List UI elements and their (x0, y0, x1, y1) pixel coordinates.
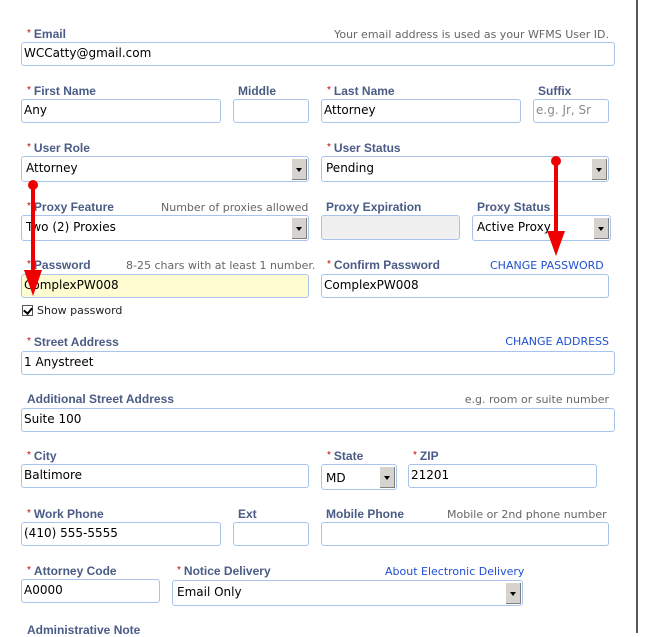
additional-address-input[interactable]: Suite 100 (21, 408, 615, 432)
proxy-feature-label: * Proxy Feature (27, 200, 114, 214)
proxy-status-label: Proxy Status (477, 200, 551, 214)
middle-input[interactable] (233, 99, 309, 123)
last-name-label: * Last Name (327, 84, 395, 98)
notice-delivery-label: * Notice Delivery (177, 564, 271, 578)
user-status-value: Pending (326, 161, 374, 175)
administrative-note-label: Administrative Note (27, 623, 141, 637)
chevron-down-icon[interactable] (379, 466, 395, 488)
city-label: * City (27, 449, 57, 463)
additional-address-label: Additional Street Address (27, 392, 174, 406)
chevron-down-icon[interactable] (291, 158, 307, 180)
last-name-input[interactable]: Attorney (321, 99, 521, 123)
required-marker: * (177, 565, 181, 576)
required-marker: * (327, 85, 331, 96)
password-hint: 8-25 chars with at least 1 number. (126, 259, 316, 272)
required-marker: * (27, 85, 31, 96)
middle-label: Middle (238, 84, 276, 98)
change-address-link[interactable]: CHANGE ADDRESS (505, 335, 609, 348)
zip-label-text: ZIP (419, 449, 439, 463)
additional-address-hint: e.g. room or suite number (464, 393, 609, 406)
proxy-expiration-input[interactable] (321, 215, 460, 240)
state-value: MD (326, 471, 346, 485)
first-name-input[interactable]: Any (21, 99, 221, 123)
ext-label: Ext (238, 507, 257, 521)
required-marker: * (27, 508, 31, 519)
panel-border (636, 0, 638, 633)
notice-delivery-select[interactable]: Email Only (172, 580, 523, 606)
show-password-label[interactable]: Show password (37, 304, 122, 317)
suffix-label: Suffix (538, 84, 572, 98)
work-phone-label: * Work Phone (27, 507, 104, 521)
email-label: * Email (27, 27, 66, 41)
proxy-feature-select[interactable]: Two (2) Proxies (21, 215, 309, 241)
required-marker: * (27, 259, 31, 270)
chevron-down-icon[interactable] (591, 158, 607, 180)
required-marker: * (27, 565, 31, 576)
user-role-label: * User Role (27, 141, 90, 155)
street-address-label-text: Street Address (33, 335, 119, 349)
last-name-label-text: Last Name (333, 84, 395, 98)
mobile-phone-input[interactable] (321, 522, 609, 546)
email-input[interactable]: WCCatty@gmail.com (21, 42, 615, 66)
state-select[interactable]: MD (321, 464, 397, 490)
confirm-password-label-text: Confirm Password (333, 258, 440, 272)
proxy-expiration-label: Proxy Expiration (326, 200, 422, 214)
required-marker: * (327, 142, 331, 153)
street-address-input[interactable]: 1 Anystreet (21, 351, 615, 375)
zip-input[interactable]: 21201 (408, 464, 597, 488)
required-marker: * (27, 450, 31, 461)
chevron-down-icon[interactable] (291, 217, 307, 239)
proxy-feature-value: Two (2) Proxies (26, 220, 116, 234)
required-marker: * (27, 336, 31, 347)
change-password-link[interactable]: CHANGE PASSWORD (490, 259, 604, 272)
city-label-text: City (33, 449, 57, 463)
confirm-password-label: * Confirm Password (327, 258, 440, 272)
work-phone-label-text: Work Phone (33, 507, 104, 521)
password-label-text: Password (33, 258, 91, 272)
user-status-select[interactable]: Pending (321, 156, 609, 182)
ext-input[interactable] (233, 522, 309, 546)
show-password-checkbox[interactable] (22, 305, 33, 316)
required-marker: * (327, 259, 331, 270)
password-input[interactable]: ComplexPW008 (21, 274, 309, 298)
mobile-phone-hint: Mobile or 2nd phone number (447, 508, 607, 521)
proxy-status-value: Active Proxy (477, 220, 551, 234)
chevron-down-icon[interactable] (593, 217, 609, 239)
user-status-label-text: User Status (333, 141, 401, 155)
email-label-text: Email (33, 27, 66, 41)
required-marker: * (413, 450, 417, 461)
required-marker: * (327, 450, 331, 461)
notice-delivery-value: Email Only (177, 585, 242, 599)
first-name-label-text: First Name (33, 84, 96, 98)
user-role-select[interactable]: Attorney (21, 156, 309, 182)
mobile-phone-label: Mobile Phone (326, 507, 404, 521)
proxy-feature-label-text: Proxy Feature (33, 200, 114, 214)
attorney-code-label: * Attorney Code (27, 564, 117, 578)
chevron-down-icon[interactable] (505, 582, 521, 604)
user-role-label-text: User Role (33, 141, 90, 155)
zip-label: * ZIP (413, 449, 439, 463)
attorney-code-label-text: Attorney Code (33, 564, 117, 578)
email-hint: Your email address is used as your WFMS … (334, 28, 609, 41)
city-input[interactable]: Baltimore (21, 464, 309, 488)
work-phone-input[interactable]: (410) 555-5555 (21, 522, 221, 546)
required-marker: * (27, 28, 31, 39)
about-electronic-delivery-link[interactable]: About Electronic Delivery (385, 565, 524, 578)
attorney-code-input[interactable]: A0000 (21, 579, 160, 603)
required-marker: * (27, 142, 31, 153)
street-address-label: * Street Address (27, 335, 119, 349)
first-name-label: * First Name (27, 84, 96, 98)
state-label-text: State (333, 449, 364, 463)
suffix-input[interactable]: e.g. Jr, Sr (533, 99, 609, 123)
proxy-status-select[interactable]: Active Proxy (472, 215, 611, 241)
required-marker: * (27, 201, 31, 212)
proxy-feature-hint: Number of proxies allowed (161, 201, 309, 214)
confirm-password-input[interactable]: ComplexPW008 (321, 274, 609, 298)
user-status-label: * User Status (327, 141, 401, 155)
password-label: * Password (27, 258, 91, 272)
user-role-value: Attorney (26, 161, 78, 175)
state-label: * State (327, 449, 363, 463)
notice-delivery-label-text: Notice Delivery (183, 564, 271, 578)
